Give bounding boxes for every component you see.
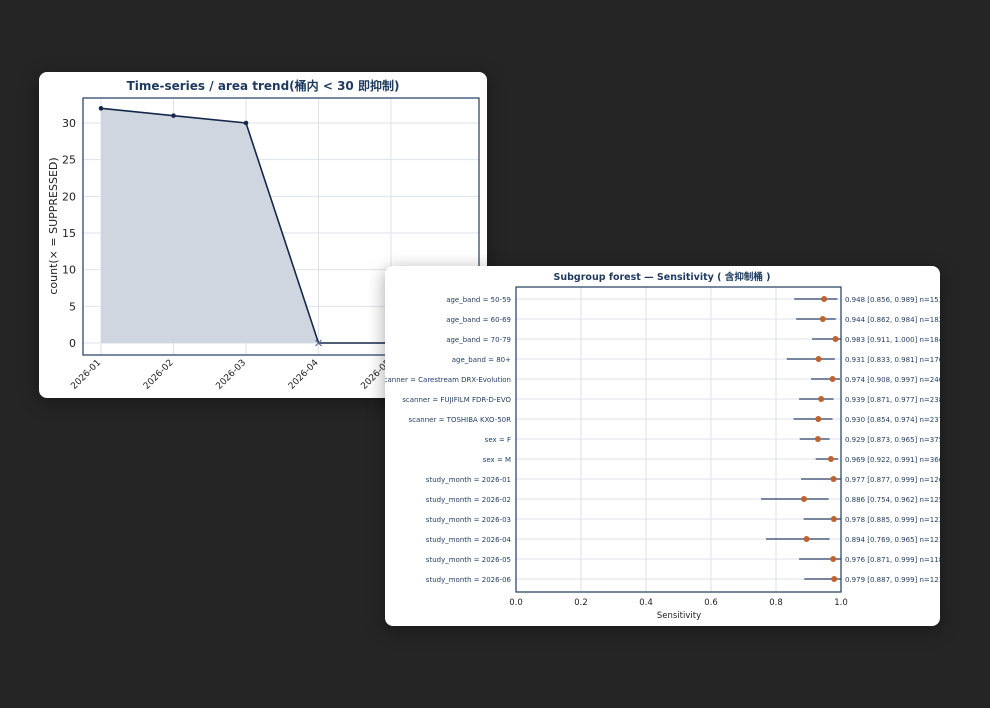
forest-estimate-point — [829, 376, 836, 382]
forest-plot-title: Subgroup forest — Sensitivity ( 含抑制桶 ) — [554, 271, 771, 283]
forest-estimate-point — [830, 556, 837, 562]
area-y-tick-label: 0 — [69, 337, 76, 350]
forest-row-label: age_band = 50-59 — [446, 296, 511, 304]
forest-row: study_month = 2026-01 0.977 [0.877, 0.999… — [426, 476, 940, 484]
forest-row: study_month = 2026-02 0.886 [0.754, 0.962… — [426, 496, 940, 504]
area-y-tick-label: 5 — [69, 300, 76, 313]
forest-row: study_month = 2026-04 0.894 [0.769, 0.965… — [426, 536, 940, 544]
forest-estimate-point — [815, 356, 822, 362]
forest-row-label: scanner = TOSHIBA KXO-50R — [409, 416, 512, 424]
area-chart-y-axis-label: count(× = SUPPRESSED) — [47, 157, 60, 294]
area-y-tick-label: 20 — [62, 190, 76, 203]
forest-row-annotation: 0.976 [0.871, 0.999] n=118 — [845, 556, 940, 564]
forest-row-label: study_month = 2026-06 — [426, 576, 512, 584]
area-chart-fill — [101, 108, 391, 343]
forest-row: age_band = 60-69 0.944 [0.862, 0.984] n=1… — [446, 316, 940, 324]
forest-plot: Subgroup forest — Sensitivity ( 含抑制桶 ) a… — [385, 271, 940, 621]
forest-plot-x-ticks: 0.0 0.2 0.4 0.6 0.8 1.0 — [509, 598, 848, 608]
forest-estimate-point — [818, 396, 825, 402]
forest-row-annotation: 0.939 [0.871, 0.977] n=238 — [845, 396, 940, 404]
forest-row-annotation: 0.894 [0.769, 0.965] n=121 — [845, 536, 940, 544]
forest-row-annotation: 0.983 [0.911, 1.000] n=184 — [845, 336, 940, 344]
area-chart-title: Time-series / area trend(桶内 < 30 即抑制) — [127, 78, 400, 93]
forest-estimate-point — [827, 456, 834, 462]
forest-row-annotation: 0.979 [0.887, 0.999] n=121 — [845, 576, 940, 584]
forest-x-tick-label: 0.2 — [574, 598, 588, 608]
forest-estimate-point — [800, 496, 807, 502]
forest-row: study_month = 2026-06 0.979 [0.887, 0.999… — [426, 576, 940, 584]
forest-row: age_band = 70-79 0.983 [0.911, 1.000] n=1… — [446, 336, 940, 344]
forest-row-label: scanner = Carestream DRX-Evolution — [385, 376, 511, 384]
forest-row-label: study_month = 2026-03 — [426, 516, 511, 524]
forest-row-annotation: 0.969 [0.922, 0.991] n=366 — [845, 456, 940, 464]
area-x-tick-label: 2026-04 — [287, 358, 321, 392]
area-data-point — [171, 113, 176, 118]
forest-x-tick-label: 0.4 — [639, 598, 653, 608]
forest-row-annotation: 0.978 [0.885, 0.999] n=123 — [845, 516, 940, 524]
forest-row-label: scanner = FUJIFILM FDR-D-EVO — [402, 396, 511, 404]
area-chart-y-ticks: 0 5 10 15 20 25 30 — [62, 117, 76, 350]
forest-row: scanner = TOSHIBA KXO-50R 0.930 [0.854, 0… — [409, 416, 940, 424]
area-y-tick-label: 15 — [62, 227, 76, 240]
area-chart-x-ticks: 2026-01 2026-02 2026-03 2026-04 2026-05 — [69, 358, 393, 392]
forest-row-label: age_band = 70-79 — [446, 336, 511, 344]
forest-estimate-point — [830, 516, 837, 522]
forest-row-annotation: 0.948 [0.856, 0.989] n=153 — [845, 296, 940, 304]
forest-row-annotation: 0.886 [0.754, 0.962] n=125 — [845, 496, 940, 504]
forest-plot-x-axis-label: Sensitivity — [657, 611, 701, 621]
forest-x-tick-label: 1.0 — [834, 598, 848, 608]
forest-x-tick-label: 0.0 — [509, 598, 523, 608]
forest-plot-card: Subgroup forest — Sensitivity ( 含抑制桶 ) a… — [385, 266, 940, 626]
forest-x-tick-label: 0.8 — [769, 598, 783, 608]
forest-estimate-point — [831, 576, 838, 582]
forest-row-label: study_month = 2026-02 — [426, 496, 511, 504]
forest-estimate-point — [819, 316, 826, 322]
forest-row-label: sex = F — [485, 436, 511, 444]
forest-estimate-point — [814, 436, 821, 442]
forest-row: age_band = 50-59 0.948 [0.856, 0.989] n=1… — [446, 296, 940, 304]
area-data-point — [98, 106, 104, 111]
forest-plot-rows: age_band = 50-59 0.948 [0.856, 0.989] n=1… — [385, 296, 940, 584]
forest-estimate-point — [803, 536, 810, 542]
forest-row: scanner = FUJIFILM FDR-D-EVO 0.939 [0.871… — [402, 396, 940, 404]
forest-row: age_band = 80+ 0.931 [0.833, 0.981] n=176 — [452, 356, 940, 364]
forest-row: sex = F 0.929 [0.873, 0.965] n=375 — [485, 436, 940, 444]
area-data-point — [243, 120, 249, 126]
area-x-tick-label: 2026-01 — [69, 358, 103, 392]
forest-row-annotation: 0.931 [0.833, 0.981] n=176 — [845, 356, 940, 364]
forest-row-label: sex = M — [483, 456, 511, 464]
forest-row-annotation: 0.977 [0.877, 0.999] n=126 — [845, 476, 940, 484]
area-x-tick-label: 2026-03 — [214, 358, 248, 392]
forest-row-label: age_band = 80+ — [452, 356, 511, 364]
forest-row: study_month = 2026-05 0.976 [0.871, 0.999… — [426, 556, 940, 564]
forest-row-label: study_month = 2026-05 — [426, 556, 511, 564]
forest-row-label: age_band = 60-69 — [446, 316, 511, 324]
area-y-tick-label: 25 — [62, 154, 76, 167]
area-x-tick-label: 2026-02 — [142, 358, 176, 392]
forest-estimate-point — [832, 336, 839, 342]
area-y-tick-label: 10 — [62, 264, 76, 277]
forest-estimate-point — [830, 476, 837, 482]
forest-row-label: study_month = 2026-01 — [426, 476, 511, 484]
forest-row-label: study_month = 2026-04 — [426, 536, 512, 544]
forest-row-annotation: 0.944 [0.862, 0.984] n=182 — [845, 316, 940, 324]
forest-row-annotation: 0.929 [0.873, 0.965] n=375 — [845, 436, 940, 444]
forest-row-annotation: 0.930 [0.854, 0.974] n=237 — [845, 416, 940, 424]
forest-estimate-point — [815, 416, 822, 422]
forest-row: scanner = Carestream DRX-Evolution 0.974 … — [385, 376, 940, 384]
area-y-tick-label: 30 — [62, 117, 76, 130]
forest-estimate-point — [821, 296, 828, 302]
forest-row: study_month = 2026-03 0.978 [0.885, 0.999… — [426, 516, 940, 524]
forest-x-tick-label: 0.6 — [704, 598, 718, 608]
forest-row-annotation: 0.974 [0.908, 0.997] n=240 — [845, 376, 940, 384]
